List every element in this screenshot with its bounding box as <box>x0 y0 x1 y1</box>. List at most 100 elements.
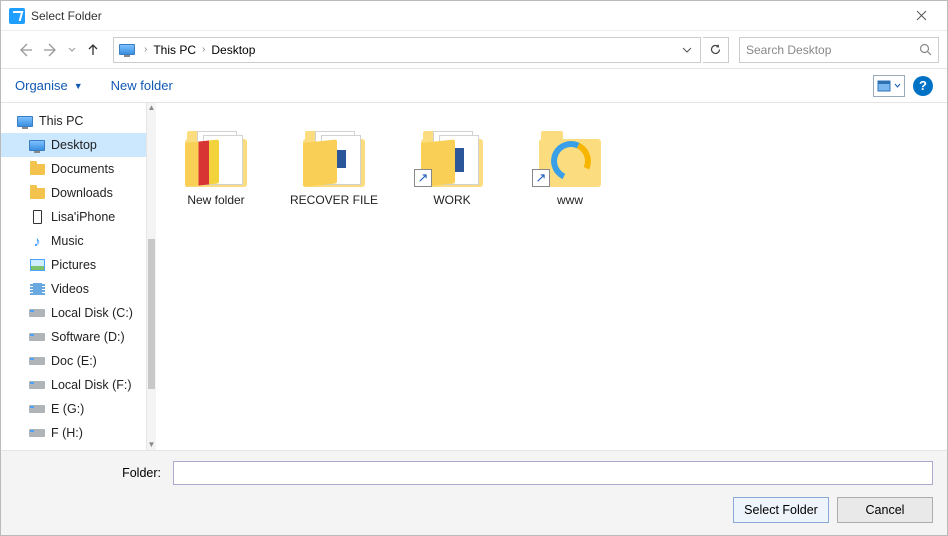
recent-locations-button[interactable] <box>65 38 79 62</box>
tree-label: Lisa'iPhone <box>51 210 115 224</box>
toolbar: Organise ▼ New folder ? <box>1 69 947 103</box>
phone-icon <box>29 210 45 224</box>
tree-item[interactable]: Desktop <box>1 133 146 157</box>
folder-tree[interactable]: This PC Desktop Documents Downloads Lisa'iPh… <box>1 103 147 450</box>
tree-item[interactable]: Local Disk (C:) <box>1 301 146 325</box>
search-input[interactable]: Search Desktop <box>739 37 939 63</box>
picture-icon <box>29 258 45 272</box>
tree-root-this-pc[interactable]: This PC <box>1 109 146 133</box>
folder-item[interactable]: New folder <box>166 117 266 207</box>
breadcrumb-root[interactable]: This PC <box>151 43 198 57</box>
close-button[interactable] <box>899 2 943 30</box>
up-button[interactable] <box>81 38 105 62</box>
disk-icon <box>29 378 45 392</box>
scroll-down-icon[interactable]: ▼ <box>147 440 156 450</box>
tree-item[interactable]: Downloads <box>1 181 146 205</box>
help-button[interactable]: ? <box>913 76 933 96</box>
refresh-button[interactable] <box>703 37 729 63</box>
navigation-pane: This PC Desktop Documents Downloads Lisa'iPh… <box>1 103 156 450</box>
toolbar-right: ? <box>873 75 933 97</box>
body: This PC Desktop Documents Downloads Lisa'iPh… <box>1 103 947 450</box>
folder-thumbnail: ↗ <box>412 117 492 187</box>
folder-name-row: Folder: <box>15 461 933 485</box>
dialog-buttons: Select Folder Cancel <box>15 497 933 523</box>
tree-item[interactable]: F (H:) <box>1 421 146 445</box>
title-bar: Select Folder <box>1 1 947 31</box>
folder-thumbnail <box>176 117 256 187</box>
folder-item[interactable]: RECOVER FILE <box>284 117 384 207</box>
tree-label: Downloads <box>51 186 113 200</box>
tree-label: E (G:) <box>51 402 84 416</box>
address-bar[interactable]: › This PC › Desktop <box>113 37 701 63</box>
folder-item[interactable]: ↗ www <box>520 117 620 207</box>
folder-item-label: RECOVER FILE <box>284 193 384 207</box>
tree-label: Videos <box>51 282 89 296</box>
tree-item[interactable]: Lisa'iPhone <box>1 205 146 229</box>
folder-icon <box>29 162 45 176</box>
breadcrumb-sep-icon: › <box>140 44 151 55</box>
monitor-icon <box>17 114 33 128</box>
select-folder-button[interactable]: Select Folder <box>733 497 829 523</box>
breadcrumb-sep-icon: › <box>198 44 209 55</box>
breadcrumb-segment[interactable]: Desktop <box>209 43 257 57</box>
disk-icon <box>29 402 45 416</box>
tree-label: Pictures <box>51 258 96 272</box>
tree-scrollbar[interactable]: ▲ ▼ <box>147 103 156 450</box>
shortcut-overlay-icon: ↗ <box>532 169 550 187</box>
tree-item[interactable]: Videos <box>1 277 146 301</box>
back-arrow-icon <box>16 41 34 59</box>
disk-icon <box>29 306 45 320</box>
folder-contents[interactable]: New folder RECOVER FILE ↗ WORK ↗ www <box>156 103 947 450</box>
disk-icon <box>29 354 45 368</box>
new-folder-button[interactable]: New folder <box>111 78 173 93</box>
folder-item[interactable]: ↗ WORK <box>402 117 502 207</box>
address-dropdown-button[interactable] <box>676 47 698 53</box>
window-title: Select Folder <box>31 9 899 23</box>
folder-icon <box>29 186 45 200</box>
new-folder-label: New folder <box>111 78 173 93</box>
organise-label: Organise <box>15 78 68 93</box>
tree-label: Local Disk (C:) <box>51 306 133 320</box>
folder-item-label: www <box>520 193 620 207</box>
music-icon: ♪ <box>29 234 45 248</box>
app-icon <box>9 8 25 24</box>
chevron-down-icon <box>68 47 76 53</box>
folder-thumbnail <box>294 117 374 187</box>
back-button[interactable] <box>13 38 37 62</box>
monitor-icon <box>29 138 45 152</box>
scroll-thumb[interactable] <box>148 239 155 389</box>
help-icon: ? <box>919 78 927 93</box>
tree-label: F (H:) <box>51 426 83 440</box>
up-arrow-icon <box>85 42 101 58</box>
cancel-button[interactable]: Cancel <box>837 497 933 523</box>
chevron-down-icon: ▼ <box>74 81 83 91</box>
tree-item[interactable]: Local Disk (F:) <box>1 373 146 397</box>
tree-item[interactable]: Documents <box>1 157 146 181</box>
tree-label: Desktop <box>51 138 97 152</box>
chevron-down-icon <box>894 83 901 88</box>
folder-label: Folder: <box>15 466 165 480</box>
tree-label: Doc (E:) <box>51 354 97 368</box>
organise-menu[interactable]: Organise ▼ <box>15 78 83 93</box>
tree-label: Local Disk (F:) <box>51 378 132 392</box>
cancel-label: Cancel <box>866 503 905 517</box>
close-icon <box>916 10 927 21</box>
shortcut-overlay-icon: ↗ <box>414 169 432 187</box>
search-icon <box>919 43 932 56</box>
nav-bar: › This PC › Desktop Search Desktop <box>1 31 947 69</box>
video-icon <box>29 282 45 296</box>
forward-button[interactable] <box>39 38 63 62</box>
tree-item[interactable]: Pictures <box>1 253 146 277</box>
folder-item-label: WORK <box>402 193 502 207</box>
tree-item[interactable]: ♪Music <box>1 229 146 253</box>
tree-item[interactable]: Software (D:) <box>1 325 146 349</box>
tree-item[interactable]: Doc (E:) <box>1 349 146 373</box>
select-folder-dialog: Select Folder › This PC › Desktop <box>0 0 948 536</box>
folder-thumbnail: ↗ <box>530 117 610 187</box>
scroll-up-icon[interactable]: ▲ <box>147 103 156 113</box>
folder-name-input[interactable] <box>173 461 933 485</box>
dialog-footer: Folder: Select Folder Cancel <box>1 450 947 535</box>
tree-item[interactable]: E (G:) <box>1 397 146 421</box>
select-folder-label: Select Folder <box>744 503 818 517</box>
view-options-button[interactable] <box>873 75 905 97</box>
